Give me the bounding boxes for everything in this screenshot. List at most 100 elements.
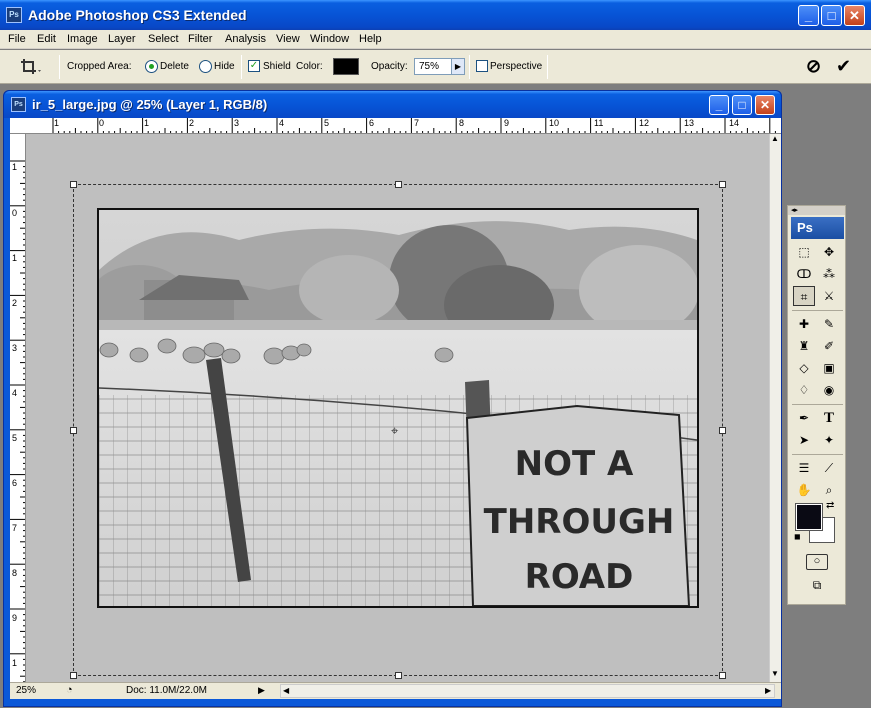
slice-tool-icon[interactable]: ⚔ (818, 286, 840, 306)
minimize-button[interactable]: _ (798, 5, 819, 26)
ruler-label: 2 (12, 298, 18, 308)
ruler-label: 1 (12, 253, 18, 263)
menu-filter[interactable]: Filter (188, 33, 212, 45)
perspective-checkbox[interactable] (476, 60, 488, 72)
eraser-tool-icon[interactable]: ◇ (793, 358, 815, 378)
foreground-color-swatch[interactable] (795, 503, 823, 531)
menu-layer[interactable]: Layer (108, 33, 136, 45)
ruler-label: 6 (369, 118, 375, 128)
horizontal-scrollbar[interactable]: ◀ ▶ (280, 684, 775, 698)
delete-radio[interactable] (145, 60, 158, 73)
status-menu-arrow-icon[interactable]: ▶ (258, 685, 265, 696)
scroll-up-icon[interactable]: ▲ (771, 134, 779, 143)
menu-analysis[interactable]: Analysis (225, 33, 266, 45)
dodge-tool-icon[interactable]: ◉ (818, 380, 840, 400)
crop-tool-preset-picker[interactable] (18, 56, 42, 78)
blur-tool-icon[interactable]: ♢ (793, 380, 815, 400)
lasso-tool-icon[interactable]: ↀ (793, 264, 815, 284)
screen-mode-icon[interactable]: ⧉ (804, 578, 830, 594)
tools-separator (792, 454, 843, 455)
scroll-right-icon[interactable]: ▶ (765, 686, 771, 695)
ruler-label: 11 (594, 118, 604, 128)
healing-brush-tool-icon[interactable]: ✚ (793, 314, 815, 334)
vertical-scrollbar[interactable]: ▲ ▼ (769, 134, 781, 682)
magic-wand-tool-icon[interactable]: ⁂ (818, 264, 840, 284)
zoom-tool-icon[interactable]: ⌕ (818, 480, 840, 500)
document-title-bar[interactable]: Ps ir_5_large.jpg @ 25% (Layer 1, RGB/8)… (4, 91, 781, 118)
options-separator (469, 55, 470, 79)
opacity-input[interactable]: 75% (414, 58, 452, 75)
menu-edit[interactable]: Edit (37, 33, 56, 45)
hand-tool-icon[interactable]: ✋ (793, 480, 815, 500)
shield-color-swatch[interactable] (333, 58, 359, 75)
move-tool-icon[interactable]: ✥ (818, 242, 840, 262)
crop-handle-bottom[interactable] (395, 672, 402, 679)
color-label: Color: (296, 61, 323, 72)
app-title-bar[interactable]: Ps Adobe Photoshop CS3 Extended _ □ ✕ (0, 0, 871, 30)
crop-tool-icon[interactable]: ⌗ (793, 286, 815, 306)
ruler-label: 4 (279, 118, 285, 128)
crop-handle-top-right[interactable] (719, 181, 726, 188)
crop-handle-top[interactable] (395, 181, 402, 188)
menu-image[interactable]: Image (67, 33, 98, 45)
cancel-crop-icon[interactable]: ⊘ (806, 56, 821, 77)
crop-handle-bottom-right[interactable] (719, 672, 726, 679)
ruler-label: 7 (12, 523, 18, 533)
ruler-label: 0 (99, 118, 105, 128)
doc-close-button[interactable]: ✕ (755, 95, 775, 115)
shield-label: Shield (263, 61, 291, 72)
photoshop-app-icon[interactable]: Ps (6, 7, 22, 23)
ruler-label: 7 (414, 118, 420, 128)
history-brush-tool-icon[interactable]: ✐ (818, 336, 840, 356)
pen-tool-icon[interactable]: ✒ (793, 408, 815, 428)
notes-tool-icon[interactable]: ☰ (793, 458, 815, 478)
menu-select[interactable]: Select (148, 33, 179, 45)
perspective-label: Perspective (490, 61, 543, 72)
swap-colors-icon[interactable]: ⇄ (826, 500, 834, 511)
ruler-label: 2 (189, 118, 195, 128)
horizontal-ruler[interactable]: 1 0 1 2 3 4 5 6 7 8 9 10 11 12 13 14 (10, 118, 781, 134)
crop-handle-bottom-left[interactable] (70, 672, 77, 679)
hide-radio[interactable] (199, 60, 212, 73)
marquee-tool-icon[interactable]: ⬚ (793, 242, 815, 262)
horizontal-ruler-ticks (52, 118, 776, 133)
tools-panel-grip[interactable]: ◂▸ (788, 206, 845, 215)
scroll-left-icon[interactable]: ◀ (283, 686, 289, 695)
close-button[interactable]: ✕ (844, 5, 865, 26)
scroll-down-icon[interactable]: ▼ (771, 669, 779, 678)
vertical-ruler[interactable]: 1 0 1 2 3 4 5 6 7 8 9 1 (10, 134, 26, 682)
clone-stamp-tool-icon[interactable]: ♜ (793, 336, 815, 356)
options-separator (547, 55, 548, 79)
options-separator (59, 55, 60, 79)
document-icon: Ps (11, 97, 26, 112)
status-clock-icon[interactable]: ◔ (66, 684, 73, 696)
default-colors-icon[interactable]: ◼ (794, 532, 801, 541)
menu-file[interactable]: File (8, 33, 26, 45)
type-tool-icon[interactable]: T (818, 408, 840, 428)
canvas-area[interactable]: NOT A THROUGH ROAD ⌖ (26, 134, 769, 682)
menu-window[interactable]: Window (310, 33, 349, 45)
crop-handle-left[interactable] (70, 427, 77, 434)
brush-tool-icon[interactable]: ✎ (818, 314, 840, 334)
crop-icon (21, 59, 41, 74)
menu-help[interactable]: Help (359, 33, 382, 45)
opacity-label: Opacity: (371, 61, 408, 72)
commit-crop-icon[interactable]: ✔ (836, 56, 851, 77)
crop-handle-top-left[interactable] (70, 181, 77, 188)
zoom-level[interactable]: 25% (16, 685, 36, 696)
doc-maximize-button[interactable]: □ (732, 95, 752, 115)
doc-minimize-button[interactable]: _ (709, 95, 729, 115)
menu-view[interactable]: View (276, 33, 300, 45)
shield-checkbox[interactable]: ✓ (248, 60, 260, 72)
crop-center-crosshair-icon[interactable]: ⌖ (391, 423, 398, 439)
path-selection-tool-icon[interactable]: ➤ (793, 430, 815, 450)
ruler-label: 1 (12, 658, 18, 668)
eyedropper-tool-icon[interactable]: ⟋ (818, 458, 840, 478)
opacity-slider-arrow-icon[interactable]: ▶ (451, 58, 465, 75)
ruler-label: 8 (459, 118, 465, 128)
quick-mask-icon[interactable]: ○ (806, 554, 828, 570)
crop-handle-right[interactable] (719, 427, 726, 434)
shape-tool-icon[interactable]: ✦ (818, 430, 840, 450)
gradient-tool-icon[interactable]: ▣ (818, 358, 840, 378)
maximize-button[interactable]: □ (821, 5, 842, 26)
